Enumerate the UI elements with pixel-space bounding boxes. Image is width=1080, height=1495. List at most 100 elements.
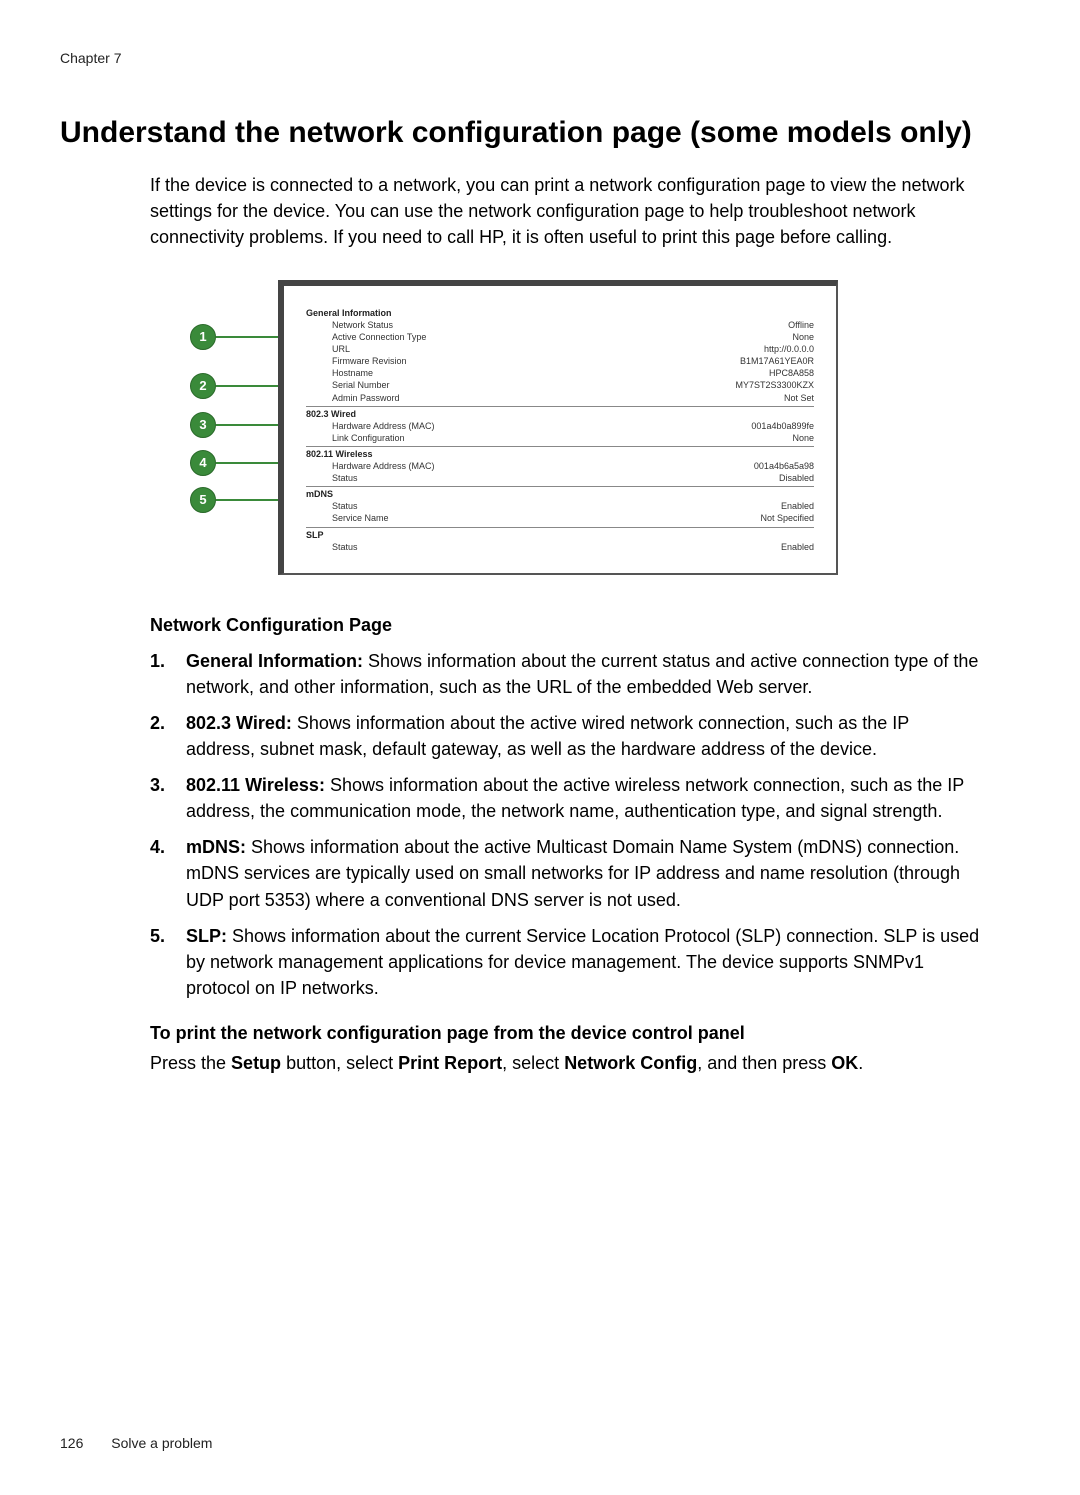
config-figure: 1 2 3 4 5 General Information Network St… <box>190 280 1020 575</box>
page-footer: 126 Solve a problem <box>60 1435 212 1451</box>
section-block: Network Configuration Page 1. General In… <box>150 615 980 1001</box>
callout-line-icon <box>216 336 278 338</box>
config-general-title: General Information <box>306 308 814 319</box>
list-text: Shows information about the active Multi… <box>186 837 960 909</box>
config-value: Offline <box>788 319 814 331</box>
config-label: Status <box>332 541 358 553</box>
config-value: None <box>792 331 814 343</box>
config-label: Firmware Revision <box>332 355 407 367</box>
print-mid2: , select <box>502 1053 564 1073</box>
callout-5-icon: 5 <box>190 487 216 513</box>
config-label: Admin Password <box>332 392 400 404</box>
config-wireless-title: 802.11 Wireless <box>306 449 814 460</box>
config-value: HPC8A858 <box>769 367 814 379</box>
config-slp: SLP Status Enabled <box>306 530 814 553</box>
list-item: 4. mDNS: Shows information about the act… <box>150 834 980 912</box>
config-label: Link Configuration <box>332 432 405 444</box>
print-heading: To print the network configuration page … <box>150 1023 980 1044</box>
config-label: Status <box>332 500 358 512</box>
callout-line-icon <box>216 385 278 387</box>
page-title: Understand the network configuration pag… <box>60 114 1020 152</box>
callout-row: 4 <box>190 444 278 482</box>
config-wired-title: 802.3 Wired <box>306 409 814 420</box>
list-number: 2. <box>150 710 186 762</box>
print-pre: Press the <box>150 1053 231 1073</box>
config-label: URL <box>332 343 350 355</box>
config-value: Enabled <box>781 500 814 512</box>
list-term: SLP: <box>186 926 227 946</box>
numbered-list: 1. General Information: Shows informatio… <box>150 648 980 1001</box>
list-number: 1. <box>150 648 186 700</box>
config-value: 001a4b0a899fe <box>751 420 814 432</box>
config-label: Status <box>332 472 358 484</box>
config-value: Enabled <box>781 541 814 553</box>
config-row: URL http://0.0.0.0 <box>306 343 814 355</box>
print-report-bold: Print Report <box>398 1053 502 1073</box>
config-row: Serial NumberMY7ST2S3300KZX <box>306 379 814 391</box>
list-term: mDNS: <box>186 837 246 857</box>
config-value: None <box>792 432 814 444</box>
intro-text: If the device is connected to a network,… <box>150 172 980 250</box>
config-value: MY7ST2S3300KZX <box>735 379 814 391</box>
list-number: 3. <box>150 772 186 824</box>
config-label: Active Connection Type <box>332 331 426 343</box>
callout-4-icon: 4 <box>190 450 216 476</box>
config-row: Hostname HPC8A858 <box>306 367 814 379</box>
list-item: 2. 802.3 Wired: Shows information about … <box>150 710 980 762</box>
config-row: Link Configuration None <box>306 432 814 444</box>
config-row: Service Name Not Specified <box>306 512 814 524</box>
footer-section-title: Solve a problem <box>111 1435 212 1451</box>
print-end: . <box>858 1053 863 1073</box>
config-general: General Information Network Status Offlin… <box>306 308 814 407</box>
print-setup-bold: Setup <box>231 1053 281 1073</box>
list-body: SLP: Shows information about the current… <box>186 923 980 1001</box>
config-label: Hostname <box>332 367 373 379</box>
callout-row: 1 <box>190 308 278 366</box>
config-row: Status Enabled <box>306 541 814 553</box>
config-row: StatusDisabled <box>306 472 814 484</box>
config-value: http://0.0.0.0 <box>764 343 814 355</box>
list-body: 802.11 Wireless: Shows information about… <box>186 772 980 824</box>
config-value: B1M17A61YEA0R <box>740 355 814 367</box>
print-network-bold: Network Config <box>564 1053 697 1073</box>
callout-line-icon <box>216 424 278 426</box>
callout-row: 2 <box>190 366 278 406</box>
callout-1-icon: 1 <box>190 324 216 350</box>
print-section: To print the network configuration page … <box>150 1023 980 1076</box>
config-row: Active Connection Type None <box>306 331 814 343</box>
callout-column: 1 2 3 4 5 <box>190 280 278 518</box>
config-label: Service Name <box>332 512 389 524</box>
section-heading: Network Configuration Page <box>150 615 980 636</box>
print-text: Press the Setup button, select Print Rep… <box>150 1050 980 1076</box>
list-term: 802.3 Wired: <box>186 713 292 733</box>
config-row: Network Status Offline <box>306 319 814 331</box>
callout-3-icon: 3 <box>190 412 216 438</box>
list-item: 1. General Information: Shows informatio… <box>150 648 980 700</box>
list-body: 802.3 Wired: Shows information about the… <box>186 710 980 762</box>
config-wireless: 802.11 Wireless Hardware Address (MAC)00… <box>306 449 814 487</box>
config-mdns-title: mDNS <box>306 489 814 500</box>
config-row: Hardware Address (MAC)001a4b6a5a98 <box>306 460 814 472</box>
callout-2-icon: 2 <box>190 373 216 399</box>
list-number: 4. <box>150 834 186 912</box>
config-row: Hardware Address (MAC)001a4b0a899fe <box>306 420 814 432</box>
list-term: General Information: <box>186 651 363 671</box>
config-panel: General Information Network Status Offlin… <box>278 280 838 575</box>
list-term: 802.11 Wireless: <box>186 775 325 795</box>
config-row: Status Enabled <box>306 500 814 512</box>
config-wired: 802.3 Wired Hardware Address (MAC)001a4b… <box>306 409 814 447</box>
list-item: 5. SLP: Shows information about the curr… <box>150 923 980 1001</box>
list-body: mDNS: Shows information about the active… <box>186 834 980 912</box>
config-row: Admin Password Not Set <box>306 392 814 404</box>
config-value: 001a4b6a5a98 <box>754 460 814 472</box>
config-label: Network Status <box>332 319 393 331</box>
intro-block: If the device is connected to a network,… <box>150 172 980 250</box>
list-item: 3. 802.11 Wireless: Shows information ab… <box>150 772 980 824</box>
list-body: General Information: Shows information a… <box>186 648 980 700</box>
config-row: Firmware Revision B1M17A61YEA0R <box>306 355 814 367</box>
config-value: Not Specified <box>760 512 814 524</box>
config-value: Not Set <box>784 392 814 404</box>
config-slp-title: SLP <box>306 530 814 541</box>
callout-line-icon <box>216 499 278 501</box>
list-number: 5. <box>150 923 186 1001</box>
